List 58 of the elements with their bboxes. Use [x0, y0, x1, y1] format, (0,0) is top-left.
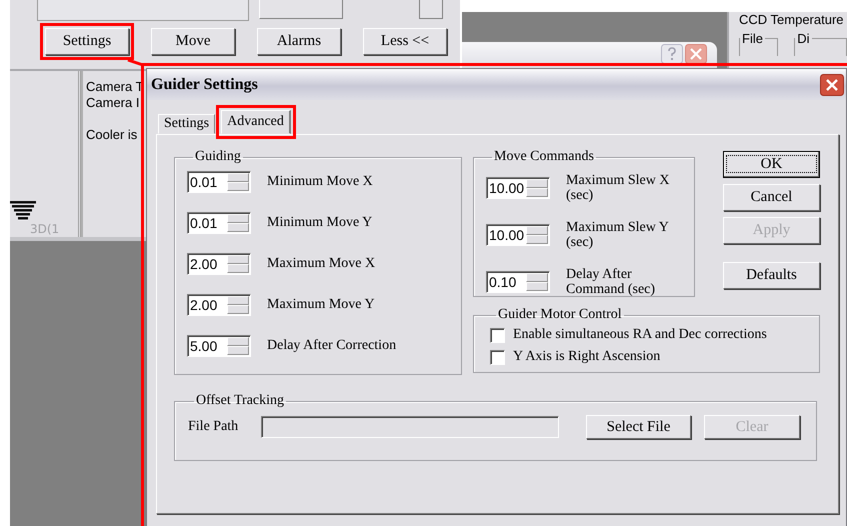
spin-field[interactable]: 2.00	[187, 294, 251, 316]
checkbox-label: Enable simultaneous RA and Dec corrections	[513, 327, 767, 343]
spin-buttons[interactable]	[227, 173, 249, 191]
tab[interactable]: Advanced	[221, 110, 291, 134]
field-label: Maximum Slew X (sec)	[566, 173, 670, 203]
spin-field[interactable]: 0.10	[486, 271, 550, 293]
field-label: Maximum Move Y	[267, 297, 375, 313]
tab[interactable]: Settings	[158, 114, 216, 134]
spin-buttons[interactable]	[526, 273, 548, 291]
button[interactable]: Defaults	[723, 262, 820, 289]
close-icon[interactable]	[820, 74, 844, 96]
button[interactable]: OK	[723, 151, 820, 178]
close-icon[interactable]	[685, 44, 707, 64]
button[interactable]: Cancel	[723, 184, 820, 211]
spin-buttons[interactable]	[227, 337, 249, 355]
leader-line	[128, 58, 144, 66]
spin-field[interactable]: 10.00	[486, 224, 550, 246]
button[interactable]: Alarms	[257, 28, 341, 55]
cut-off-button[interactable]	[259, 0, 343, 19]
field-label: Delay After Command (sec)	[566, 267, 656, 297]
button[interactable]: Settings	[45, 28, 129, 55]
field-label: File Path	[188, 419, 240, 435]
field-label: Maximum Move X	[267, 256, 376, 272]
help-icon[interactable]	[661, 44, 683, 64]
group-label: Guider Motor Control	[497, 307, 623, 323]
field-label: Maximum Slew Y (sec)	[566, 220, 670, 250]
group-label: Offset Tracking	[195, 393, 286, 409]
group-label: Di	[796, 31, 811, 46]
button[interactable]: Less <<	[363, 28, 447, 55]
spin-buttons[interactable]	[227, 255, 249, 273]
spin-buttons[interactable]	[227, 214, 249, 232]
group-label: Guiding	[194, 149, 242, 165]
spin-buttons[interactable]	[526, 179, 548, 197]
spin-field[interactable]: 0.01	[187, 171, 251, 193]
spin-field[interactable]: 5.00	[187, 335, 251, 357]
group-label: Move Commands	[493, 149, 595, 165]
window-title: Guider Settings	[151, 76, 258, 94]
checkbox-label: Y Axis is Right Ascension	[513, 349, 660, 365]
field-label: Minimum Move X	[267, 174, 373, 190]
arrow-button[interactable]	[419, 0, 443, 19]
field-label: Minimum Move Y	[267, 215, 372, 231]
spin-buttons[interactable]	[227, 296, 249, 314]
status-text: Cooler is	[86, 127, 138, 143]
field-label: Delay After Correction	[267, 338, 396, 354]
group-label: File	[741, 31, 764, 46]
spin-field[interactable]: 0.01	[187, 212, 251, 234]
text-field[interactable]	[37, 0, 249, 21]
file-path-field[interactable]	[261, 416, 559, 438]
panel-title: CCD Temperature	[739, 12, 845, 27]
button[interactable]: Select File	[586, 415, 691, 439]
spin-buttons[interactable]	[526, 226, 548, 244]
spin-field[interactable]: 2.00	[187, 253, 251, 275]
image-label: 3D(1	[30, 223, 60, 235]
checkbox[interactable]	[490, 350, 505, 364]
status-text: Camera I	[86, 95, 140, 111]
checkbox[interactable]	[490, 328, 505, 342]
spin-field[interactable]: 10.00	[486, 177, 550, 199]
button[interactable]: Move	[151, 28, 235, 55]
